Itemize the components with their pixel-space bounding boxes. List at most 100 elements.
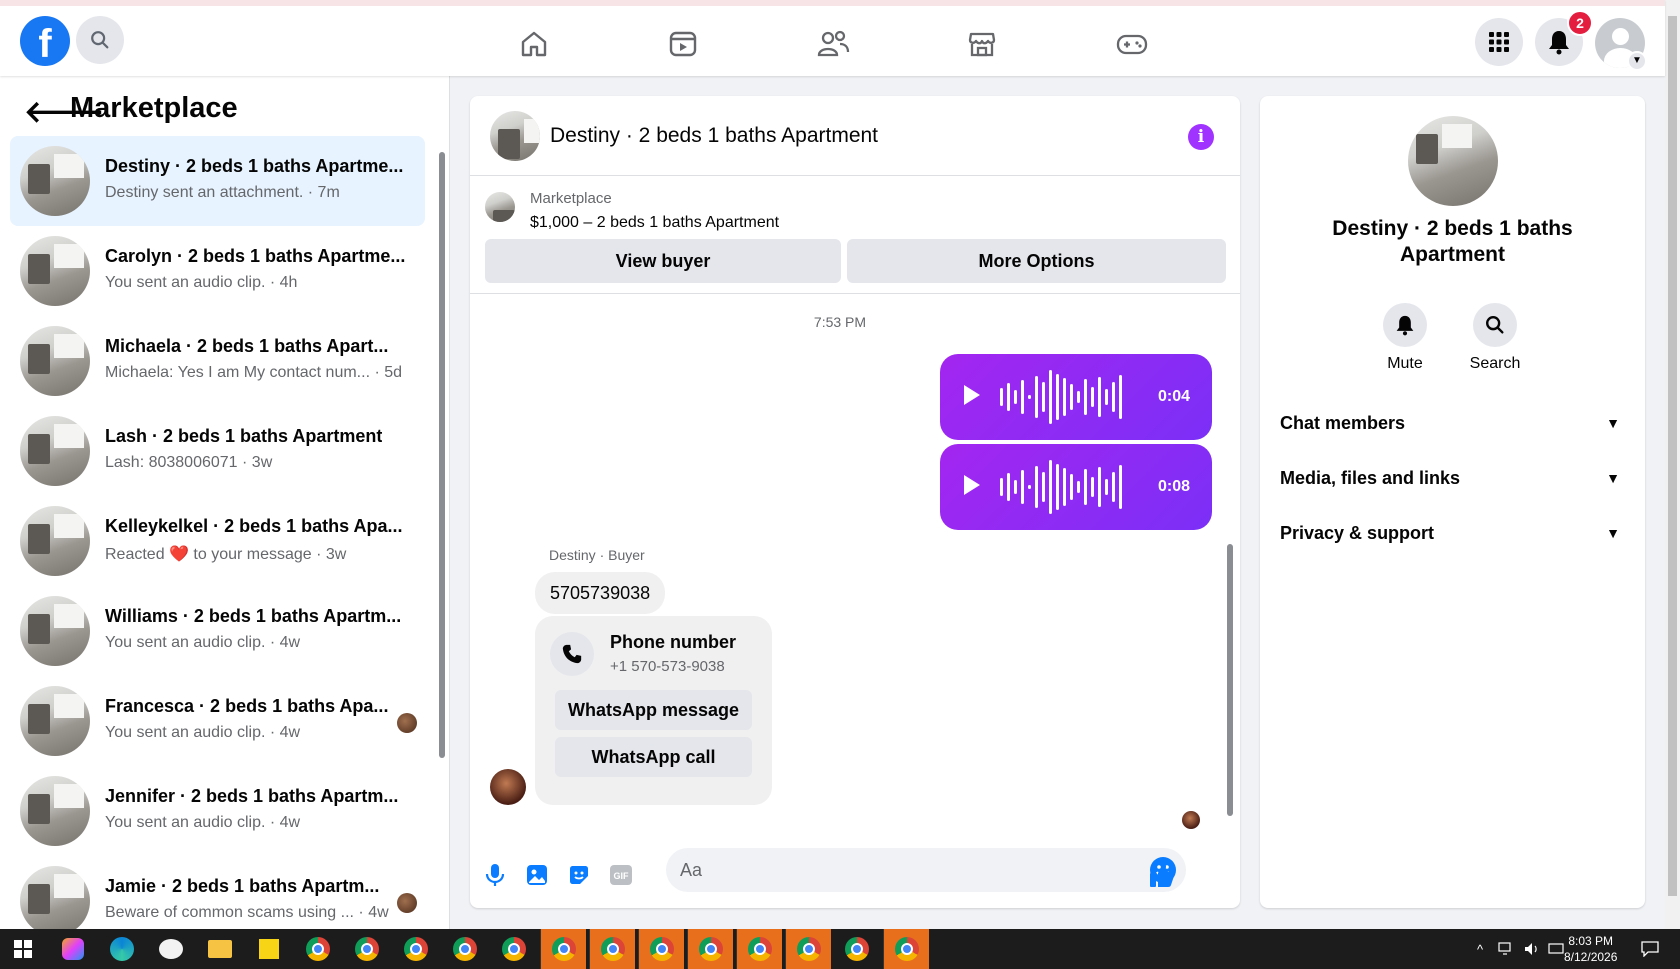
conversation-item[interactable]: Lash · 2 beds 1 baths Apartment Lash: 80…	[10, 406, 425, 496]
chrome-taskbar-icon[interactable]	[491, 929, 537, 969]
conversation-title: Kelleykelkel · 2 beds 1 baths Apa...	[105, 516, 403, 536]
conversation-title: Michaela · 2 beds 1 baths Apart...	[105, 336, 389, 356]
listing-thumbnail	[20, 866, 90, 929]
video-nav-button[interactable]	[665, 26, 701, 62]
chrome-taskbar-icon[interactable]	[883, 929, 929, 969]
chrome-taskbar-icon[interactable]	[442, 929, 488, 969]
conversation-item[interactable]: Kelleykelkel · 2 beds 1 baths Apa... Rea…	[10, 496, 425, 586]
conversation-preview: Lash: 8038006071 · 3w	[105, 454, 273, 471]
play-icon[interactable]	[964, 475, 980, 495]
mute-button[interactable]: Mute	[1365, 303, 1445, 373]
svg-text:GIF: GIF	[614, 871, 630, 881]
info-icon[interactable]: i	[1188, 124, 1214, 150]
chrome-taskbar-icon[interactable]	[736, 929, 782, 969]
image-icon[interactable]	[523, 861, 551, 889]
whatsapp-call-button[interactable]: WhatsApp call	[555, 737, 752, 777]
gaming-nav-button[interactable]	[1114, 26, 1150, 62]
microphone-icon[interactable]	[481, 861, 509, 889]
listing-thumbnail	[20, 506, 90, 576]
chat-members-section[interactable]: Chat members ▼	[1280, 403, 1625, 443]
conversation-item[interactable]: Francesca · 2 beds 1 baths Apa... You se…	[10, 676, 425, 766]
gamepad-icon	[1116, 34, 1148, 55]
phone-number-card: Phone number +1 570-573-9038 WhatsApp me…	[535, 616, 772, 805]
sidebar-scrollbar[interactable]	[439, 152, 445, 758]
chrome-taskbar-icon[interactable]	[540, 929, 586, 969]
marketplace-nav-button[interactable]	[964, 26, 1000, 62]
conversation-item[interactable]: Jennifer · 2 beds 1 baths Apartm... You …	[10, 766, 425, 856]
display-icon[interactable]	[1546, 929, 1566, 969]
taskbar-clock[interactable]: 8:03 PM 8/12/2026	[1564, 933, 1617, 965]
conversation-item[interactable]: Williams · 2 beds 1 baths Apartm... You …	[10, 586, 425, 676]
audio-duration: 0:04	[1157, 388, 1190, 405]
sender-avatar[interactable]	[490, 769, 526, 805]
conversation-item[interactable]: Jamie · 2 beds 1 baths Apartm... Beware …	[10, 856, 425, 929]
home-nav-button[interactable]	[516, 26, 552, 62]
page-scrollbar-thumb[interactable]	[1668, 16, 1677, 896]
volume-icon[interactable]	[1520, 929, 1544, 969]
chat-title[interactable]: Destiny · 2 beds 1 baths Apartment	[550, 124, 878, 148]
chat-scrollbar[interactable]	[1227, 544, 1233, 816]
file-explorer-taskbar-icon[interactable]	[197, 929, 243, 969]
section-label: Media, files and links	[1280, 468, 1461, 488]
notification-center-icon[interactable]	[1630, 929, 1670, 969]
conversation-item[interactable]: Destiny · 2 beds 1 baths Apartme... Dest…	[10, 136, 425, 226]
seen-avatar	[1182, 811, 1200, 829]
search-conversation-button[interactable]: Search	[1455, 303, 1535, 373]
listing-thumbnail[interactable]	[1408, 116, 1498, 206]
video-icon	[669, 31, 697, 57]
copilot-taskbar-icon[interactable]	[50, 929, 96, 969]
conversation-preview: Michaela: Yes I am My contact num... · 5…	[105, 364, 403, 381]
page-title: Marketplace	[70, 92, 238, 124]
chrome-taskbar-icon[interactable]	[638, 929, 684, 969]
conversation-preview: You sent an audio clip. · 4h	[105, 274, 298, 291]
whatsapp-message-button[interactable]: WhatsApp message	[555, 690, 752, 730]
conversation-title: Francesca · 2 beds 1 baths Apa...	[105, 696, 389, 716]
listing-thumbnail[interactable]	[490, 111, 540, 161]
chrome-taskbar-icon[interactable]	[295, 929, 341, 969]
chevron-down-icon[interactable]: ▼	[1627, 51, 1647, 71]
privacy-support-section[interactable]: Privacy & support ▼	[1280, 513, 1625, 553]
conversation-item[interactable]: Michaela · 2 beds 1 baths Apart... Micha…	[10, 316, 425, 406]
clock-time: 8:03 PM	[1568, 934, 1614, 948]
clock-date: 8/12/2026	[1564, 950, 1618, 964]
conversation-title: Williams · 2 beds 1 baths Apartm...	[105, 606, 402, 626]
chevron-down-icon: ▼	[1606, 470, 1620, 486]
chrome-taskbar-icon[interactable]	[834, 929, 880, 969]
chrome-taskbar-icon[interactable]	[785, 929, 831, 969]
chrome-taskbar-icon[interactable]	[687, 929, 733, 969]
paint-taskbar-icon[interactable]	[148, 929, 194, 969]
seen-avatar	[397, 893, 417, 913]
audio-message[interactable]: 0:04	[940, 354, 1212, 440]
waveform-icon	[1000, 459, 1130, 515]
section-label: Chat members	[1280, 413, 1406, 433]
seen-avatar	[397, 713, 417, 733]
view-buyer-button[interactable]: View buyer	[485, 239, 841, 283]
search-button[interactable]	[76, 16, 124, 64]
gif-icon[interactable]: GIF	[607, 861, 635, 889]
friends-nav-button[interactable]	[815, 26, 851, 62]
audio-message[interactable]: 0:08	[940, 444, 1212, 530]
marketplace-label: Marketplace	[530, 190, 612, 207]
conversation-item[interactable]: Carolyn · 2 beds 1 baths Apartme... You …	[10, 226, 425, 316]
listing-thumbnail	[20, 686, 90, 756]
chat-header: Destiny · 2 beds 1 baths Apartment i	[470, 96, 1240, 176]
conversation-preview: You sent an audio clip. · 4w	[105, 814, 301, 831]
chrome-taskbar-icon[interactable]	[589, 929, 635, 969]
network-icon[interactable]	[1494, 929, 1518, 969]
facebook-logo[interactable]: f	[20, 16, 70, 66]
media-files-links-section[interactable]: Media, files and links ▼	[1280, 458, 1625, 498]
sticker-icon[interactable]	[565, 861, 593, 889]
more-options-button[interactable]: More Options	[847, 239, 1226, 283]
menu-button[interactable]	[1475, 18, 1523, 66]
message-bubble[interactable]: 5705739038	[535, 572, 666, 614]
sticky-notes-taskbar-icon[interactable]	[246, 929, 292, 969]
show-hidden-icons-icon[interactable]: ^	[1468, 929, 1492, 969]
chrome-taskbar-icon[interactable]	[344, 929, 390, 969]
listing-price[interactable]: $1,000 – 2 beds 1 baths Apartment	[530, 214, 779, 232]
message-input[interactable]	[680, 848, 1120, 892]
chrome-taskbar-icon[interactable]	[393, 929, 439, 969]
start-button[interactable]	[0, 929, 46, 969]
play-icon[interactable]	[964, 385, 980, 405]
like-icon[interactable]	[1148, 861, 1176, 889]
edge-taskbar-icon[interactable]	[99, 929, 145, 969]
